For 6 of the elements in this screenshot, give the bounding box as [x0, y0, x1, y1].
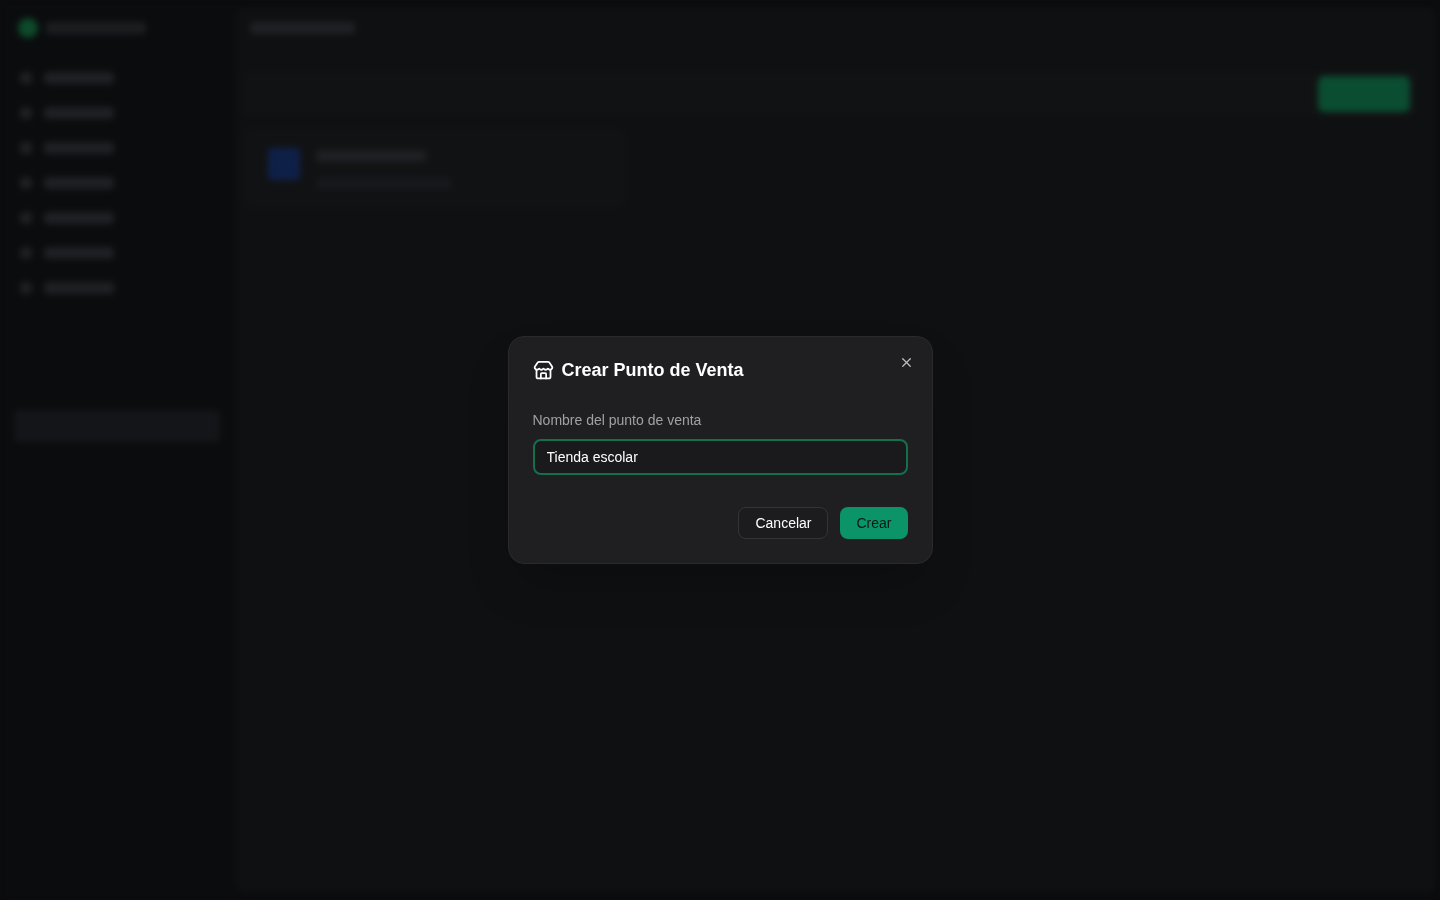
- create-button[interactable]: Crear: [840, 507, 908, 539]
- store-icon: [532, 360, 554, 381]
- field-label: Nombre del punto de venta: [532, 411, 703, 430]
- input-field[interactable]: Tienda escolar: [532, 439, 908, 475]
- dialog-title: Crear Punto de Venta: [561, 359, 744, 382]
- cancel-button[interactable]: Cancelar: [738, 507, 829, 539]
